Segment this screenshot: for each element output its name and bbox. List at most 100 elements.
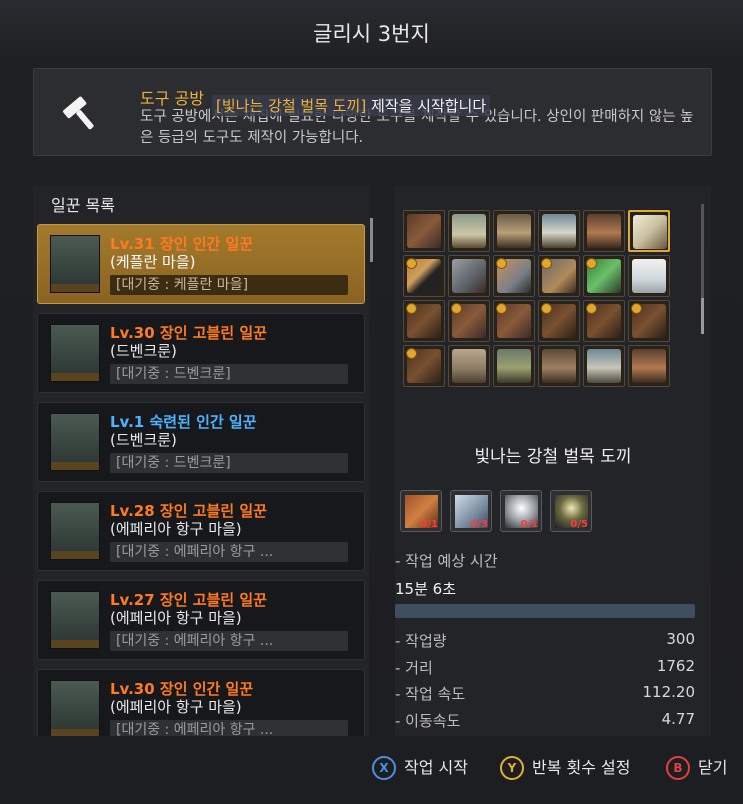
stat-label: - 이동속도 xyxy=(395,711,461,730)
anvil-icon xyxy=(542,349,576,383)
material-count: 0/1 xyxy=(420,519,438,530)
worker-portrait-bar xyxy=(51,729,99,736)
worker-card[interactable]: Lv.30 장인 인간 일꾼 (에페리아 항구 마을) [대기중 : 에페리아 항구… xyxy=(37,669,365,736)
crafting-start-notice: [빛나는 강철 벌목 도끼] 제작을 시작합니다 xyxy=(212,95,491,116)
recipe-slot[interactable] xyxy=(403,255,445,297)
workshop-window: 글리시 3번지 도구 공방에서는 채집에 필요한 다양한 도구를 제작할 수 있… xyxy=(0,0,743,804)
recipe-slot[interactable] xyxy=(583,255,625,297)
recipe-slot[interactable] xyxy=(448,210,490,252)
recipe-slot[interactable] xyxy=(583,210,625,252)
worker-status: [대기중 : 드벤크룬] xyxy=(110,364,348,384)
material-slot[interactable]: 0/1 xyxy=(500,490,542,532)
recipe-slot[interactable] xyxy=(583,345,625,387)
recipe-slot[interactable] xyxy=(493,300,535,342)
recipe-slot[interactable] xyxy=(583,300,625,342)
recipe-slot[interactable] xyxy=(403,210,445,252)
stat-value: 4.77 xyxy=(661,709,695,728)
stat-row: - 작업 속도 112.20 xyxy=(395,683,695,707)
material-slot[interactable]: 0/3 xyxy=(450,490,492,532)
recipe-slot[interactable] xyxy=(628,255,670,297)
worker-town: (드벤크룬) xyxy=(110,342,177,360)
recipe-panel: 빛나는 강철 벌목 도끼 0/1 0/3 0/1 0/5 - 작업 예상 시간 15분… xyxy=(395,186,711,736)
recipe-slot[interactable] xyxy=(538,210,580,252)
worker-portrait-bar xyxy=(51,284,99,292)
crafting-notice-text: 제작을 시작합니다 xyxy=(366,97,487,115)
recipe-slot[interactable] xyxy=(448,255,490,297)
worker-portrait xyxy=(50,324,100,382)
recipe-grid-scrollbar[interactable] xyxy=(701,204,704,334)
worker-portrait-bar xyxy=(51,551,99,559)
recipe-slot[interactable] xyxy=(538,300,580,342)
worker-card[interactable]: Lv.27 장인 고블린 일꾼 (에페리아 항구 마을) [대기중 : 에페리아 항… xyxy=(37,580,365,660)
recipe-slot[interactable] xyxy=(493,255,535,297)
recipe-slot[interactable] xyxy=(403,300,445,342)
recipe-slot[interactable] xyxy=(493,210,535,252)
location-pin-icon xyxy=(496,258,507,269)
worker-list-heading: 일꾼 목록 xyxy=(51,196,115,215)
worker-portrait-bar xyxy=(51,640,99,648)
stat-label: - 거리 xyxy=(395,658,433,677)
stat-label: - 작업 속도 xyxy=(395,685,466,703)
recipe-slot[interactable] xyxy=(448,345,490,387)
recipe-slot[interactable] xyxy=(628,345,670,387)
recipe-slot[interactable] xyxy=(628,210,670,252)
location-pin-icon xyxy=(586,258,597,269)
crossbow-icon xyxy=(407,214,441,248)
worker-status: [대기중 : 에페리아 항구 ... xyxy=(110,542,348,562)
stat-value: 112.20 xyxy=(642,683,696,701)
recipe-slot[interactable] xyxy=(538,345,580,387)
furnace-icon xyxy=(587,214,621,248)
start-work-label: 작업 시작 xyxy=(404,758,468,777)
material-slot[interactable]: 0/5 xyxy=(550,490,592,532)
workshop-title: 도구 공방 xyxy=(140,89,204,108)
worker-card[interactable]: Lv.28 장인 고블린 일꾼 (에페리아 항구 마을) [대기중 : 에페리아 항… xyxy=(37,491,365,571)
repeat-count-label: 반복 횟수 설정 xyxy=(532,758,631,777)
stat-row: - 이동속도 4.77 xyxy=(395,710,695,734)
tent-icon xyxy=(452,214,486,248)
cleaver-icon xyxy=(452,259,486,293)
stat-row: - 거리 1762 xyxy=(395,657,695,681)
crafting-item-name: [빛나는 강철 벌목 도끼] xyxy=(216,97,367,115)
window-title: 글리시 3번지 xyxy=(313,22,430,46)
material-count: 0/5 xyxy=(570,519,588,530)
worker-list-scrollbar[interactable] xyxy=(370,218,373,262)
recipe-slot[interactable] xyxy=(448,300,490,342)
stat-label: - 작업량 xyxy=(395,632,447,650)
furnace-icon xyxy=(632,349,666,383)
recipe-slot[interactable] xyxy=(628,300,670,342)
worker-portrait xyxy=(50,502,100,560)
worker-status: [대기중 : 케플란 마을] xyxy=(110,275,348,295)
work-progress-bar xyxy=(395,604,695,618)
recipe-slot[interactable] xyxy=(403,345,445,387)
stat-value: 1762 xyxy=(656,656,695,675)
workshop-info-box: 도구 공방에서는 채집에 필요한 다양한 도구를 제작할 수 있습니다. 상인이… xyxy=(33,68,712,156)
material-count: 0/3 xyxy=(470,519,488,530)
worker-portrait-bar xyxy=(51,462,99,470)
worker-status: [대기중 : 에페리아 항구 ... xyxy=(110,720,348,736)
close-label: 닫기 xyxy=(698,758,728,777)
action-footer: X 작업 시작 Y 반복 횟수 설정 B 닫기 xyxy=(0,752,743,784)
selected-item-name: 빛나는 강철 벌목 도끼 xyxy=(474,447,632,467)
worker-town: (에페리아 항구 마을) xyxy=(110,609,242,627)
work-time-label: - 작업 예상 시간 xyxy=(395,552,498,570)
worker-list-panel: 일꾼 목록 Lv.31 장인 인간 일꾼 (케플란 마을) [대기중 : 케플란 마… xyxy=(33,186,373,736)
recipe-grid-scroll-thumb[interactable] xyxy=(701,298,704,334)
material-slot[interactable]: 0/1 xyxy=(400,490,442,532)
worker-card[interactable]: Lv.30 장인 고블린 일꾼 (드벤크룬) [대기중 : 드벤크룬] xyxy=(37,313,365,393)
recipe-slot[interactable] xyxy=(493,345,535,387)
location-pin-icon xyxy=(406,303,417,314)
recipe-grid xyxy=(403,210,673,392)
y-button-icon: Y xyxy=(500,756,524,780)
worker-card[interactable]: Lv.1 숙련된 인간 일꾼 (드벤크룬) [대기중 : 드벤크룬] xyxy=(37,402,365,482)
stat-value: 300 xyxy=(666,630,695,648)
worker-town: (드벤크룬) xyxy=(110,431,177,449)
worker-status: [대기중 : 에페리아 항구 ... xyxy=(110,631,348,651)
hammer-icon xyxy=(63,96,94,130)
wagon-icon xyxy=(587,349,621,383)
worker-town: (케플란 마을) xyxy=(110,253,196,271)
stall-icon xyxy=(497,349,531,383)
recipe-slot[interactable] xyxy=(538,255,580,297)
worker-list[interactable]: Lv.31 장인 인간 일꾼 (케플란 마을) [대기중 : 케플란 마을] Lv.3… xyxy=(37,224,365,736)
location-pin-icon xyxy=(586,303,597,314)
worker-card[interactable]: Lv.31 장인 인간 일꾼 (케플란 마을) [대기중 : 케플란 마을] xyxy=(37,224,365,304)
